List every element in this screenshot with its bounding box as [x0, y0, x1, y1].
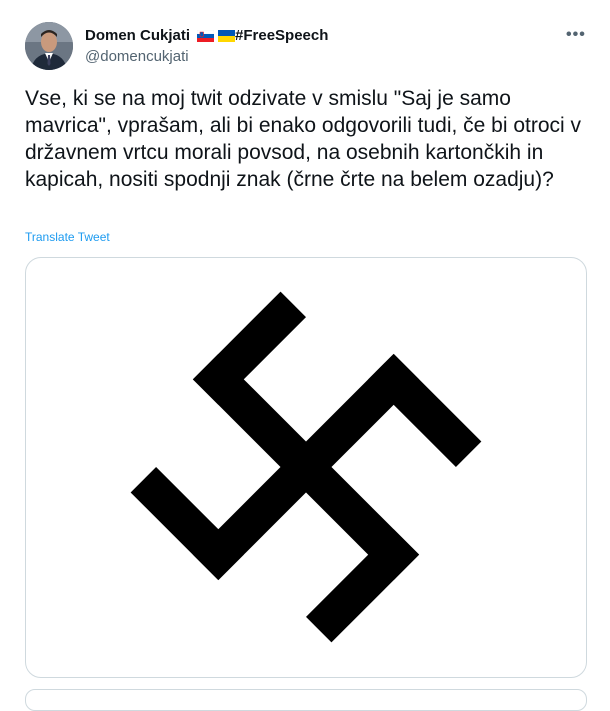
black-cross-symbol — [130, 291, 482, 643]
translate-tweet-link[interactable]: Translate Tweet — [25, 230, 110, 244]
tweet-media-image[interactable] — [25, 257, 587, 678]
ukraine-flag-icon — [218, 29, 236, 42]
author-name-suffix: #FreeSpeech — [235, 27, 329, 44]
profile-photo — [25, 22, 73, 70]
more-options-icon[interactable]: ••• — [566, 26, 586, 44]
author-handle[interactable]: @domencukjati — [85, 48, 189, 65]
author-name-row[interactable]: Domen Cukjati #FreeSpeech — [85, 27, 328, 44]
slovenia-flag-icon — [197, 29, 215, 42]
avatar[interactable] — [25, 22, 73, 70]
author-display-name[interactable]: Domen Cukjati — [85, 27, 190, 44]
next-card — [25, 689, 587, 711]
tweet-text: Vse, ki se na moj twit odzivate v smislu… — [25, 87, 582, 191]
